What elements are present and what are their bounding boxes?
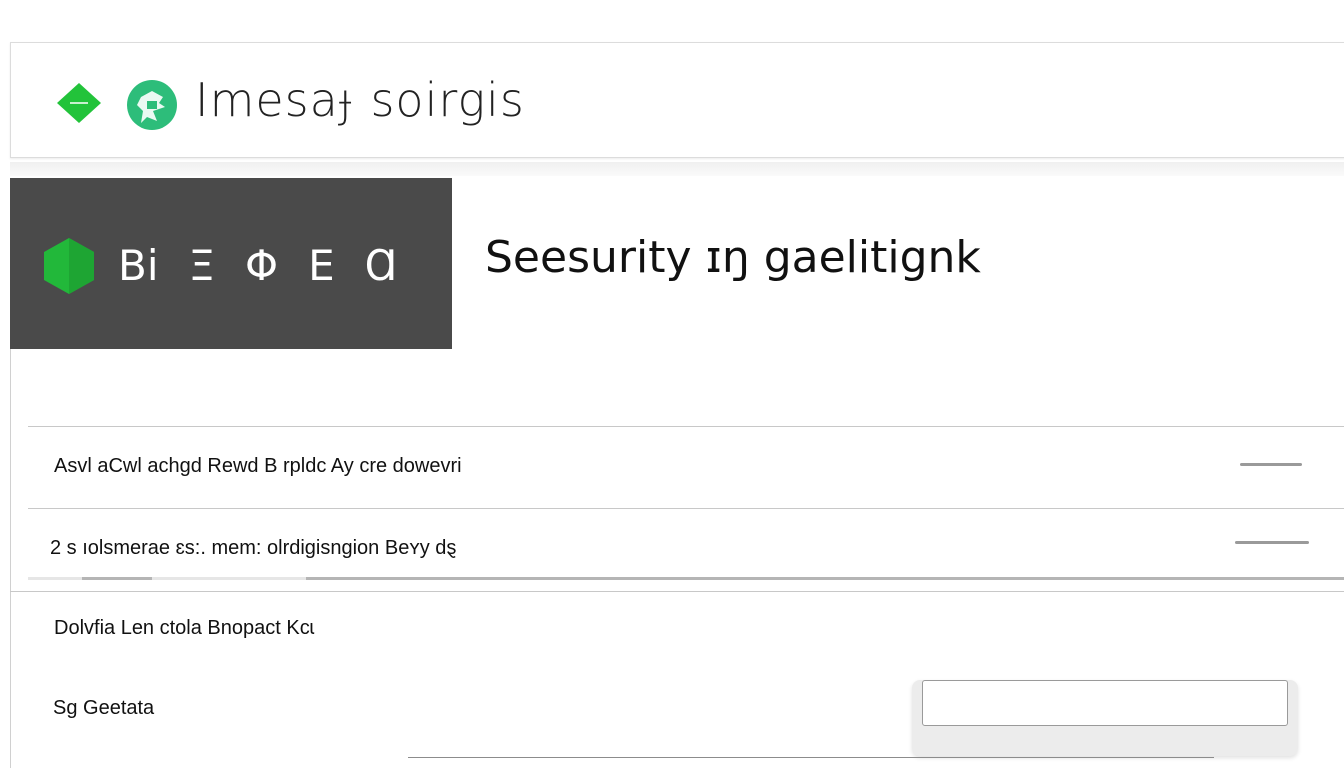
- nav-item-3[interactable]: Φ: [245, 242, 278, 290]
- nav-items: Bi Ξ Φ Ε Ɑ: [118, 242, 397, 290]
- bottom-divider: [408, 757, 1214, 758]
- content-border: [10, 349, 11, 768]
- row-label: Asvl aCwl achgd Rewd B rpldc Ay cre dowe…: [54, 455, 462, 477]
- section-divider: [10, 591, 1344, 592]
- section-title: Seesurity ɪŋ gaelitignk: [485, 232, 981, 283]
- row-label: 2 s ıolsmerae ɛs:. mem: olrdigisngion Be…: [50, 537, 457, 559]
- input-container: [912, 680, 1298, 756]
- progress-segment: [306, 577, 1344, 580]
- field-label: Sg Geetata: [53, 697, 155, 719]
- nav-bar: Bi Ξ Φ Ε Ɑ: [10, 178, 452, 349]
- collapse-icon[interactable]: [1235, 541, 1309, 544]
- progress-segment: [82, 577, 152, 580]
- green-diamond-icon: [57, 83, 101, 123]
- text-input[interactable]: [922, 680, 1288, 726]
- settings-row[interactable]: Asvl aCwl achgd Rewd B rpldc Ay cre dowe…: [28, 426, 1344, 508]
- header-divider: [10, 162, 1344, 176]
- settings-row[interactable]: 2 s ıolsmerae ɛs:. mem: olrdigisngion Be…: [28, 508, 1344, 580]
- app-title: Imesaɟ soirgis: [195, 73, 525, 127]
- nav-item-2[interactable]: Ξ: [188, 242, 215, 290]
- field-label: Dolvfia Len ctola Bnopact Kcɩ: [54, 617, 315, 639]
- app-header: Imesaɟ soirgis: [10, 42, 1344, 158]
- nav-item-5[interactable]: Ɑ: [365, 242, 398, 290]
- nav-item-1[interactable]: Bi: [118, 242, 158, 290]
- collapse-icon[interactable]: [1240, 463, 1302, 466]
- nav-item-4[interactable]: Ε: [308, 242, 335, 290]
- green-emblem-icon[interactable]: [123, 79, 181, 131]
- green-hexagon-icon: [44, 238, 94, 294]
- page: Imesaɟ soirgis Bi Ξ Φ Ε Ɑ Seesurity ɪŋ g…: [0, 0, 1344, 768]
